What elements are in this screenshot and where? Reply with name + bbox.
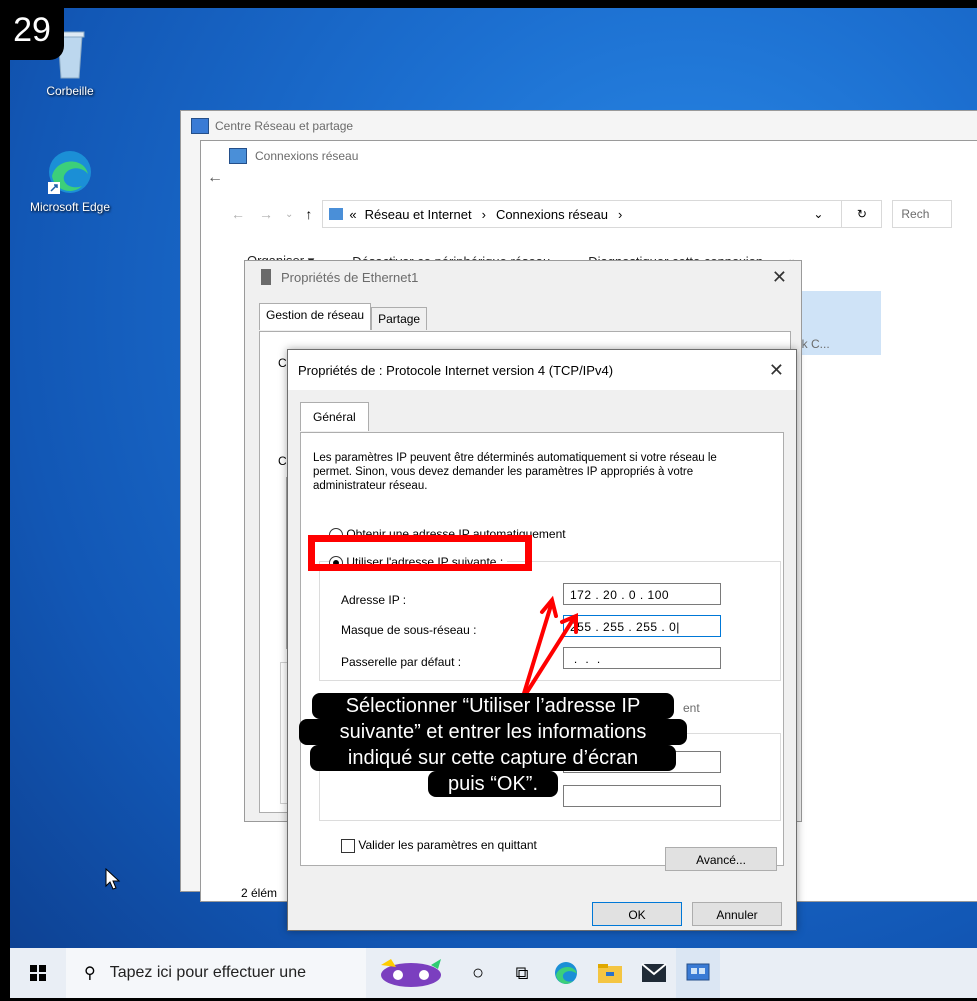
callout-line: indiqué sur cette capture d’écran xyxy=(310,745,676,771)
refresh-icon: ↻ xyxy=(856,207,867,221)
windows-icon xyxy=(30,965,46,981)
up-arrow-icon[interactable]: ↑ xyxy=(305,206,312,222)
description-text: Les paramètres IP peuvent être déterminé… xyxy=(313,452,717,492)
close-icon[interactable]: ✕ xyxy=(769,360,784,381)
search-icon: ⚲ xyxy=(84,965,96,982)
edge-taskbar-icon[interactable] xyxy=(544,948,588,998)
ethernet-titlebar: Propriétés de Ethernet1 ✕ xyxy=(245,261,801,293)
cancel-button[interactable]: Annuler xyxy=(692,902,782,926)
desktop-icon-label: Corbeille xyxy=(46,84,94,98)
ipv4-title: Propriétés de : Protocole Internet versi… xyxy=(298,362,614,378)
breadcrumb-prefix: « xyxy=(349,206,357,222)
search-placeholder: Rech xyxy=(901,207,930,221)
file-explorer-icon[interactable] xyxy=(588,948,632,998)
close-icon[interactable]: ✕ xyxy=(772,267,787,288)
connections-icon xyxy=(229,148,247,164)
mouse-cursor-icon xyxy=(105,868,121,890)
chevron-right-icon: › xyxy=(481,206,486,222)
instruction-callout: Sélectionner “Utiliser l’adresse IP suiv… xyxy=(298,693,688,833)
checkbox[interactable] xyxy=(341,838,355,853)
ipv4-titlebar: Propriétés de : Protocole Internet versi… xyxy=(288,350,796,390)
tab-general[interactable]: Général xyxy=(300,402,369,431)
nav-bar: ← → ⌄ ↑ « Réseau et Internet › Connexion… xyxy=(231,197,977,231)
callout-line: puis “OK”. xyxy=(428,771,558,797)
back-arrow-icon[interactable]: ← xyxy=(207,169,223,187)
step-number-badge: 29 xyxy=(0,0,64,60)
ip-address-label: Adresse IP : xyxy=(341,593,407,607)
cortana-mask-icon[interactable] xyxy=(366,948,456,998)
start-button[interactable] xyxy=(10,948,66,998)
refresh-button[interactable]: ↻ xyxy=(842,200,883,228)
ok-button[interactable]: OK xyxy=(592,902,682,926)
desktop-icon-label: Microsoft Edge xyxy=(29,200,111,214)
status-bar-text: 2 élém xyxy=(241,886,278,900)
chevron-right-icon: › xyxy=(617,206,623,222)
subnet-mask-label: Masque de sous-réseau : xyxy=(341,623,477,637)
cortana-circle-icon[interactable]: ○ xyxy=(456,948,500,998)
mail-icon[interactable] xyxy=(632,948,676,998)
advanced-button[interactable]: Avancé... xyxy=(665,847,777,871)
breadcrumb-item-connections[interactable]: Connexions réseau xyxy=(496,207,608,222)
network-center-titlebar: Centre Réseau et partage xyxy=(181,111,977,141)
back-nav-icon[interactable]: ← xyxy=(231,206,245,222)
arrow-to-mask xyxy=(520,616,576,702)
connections-title: Connexions réseau xyxy=(255,149,359,163)
tab-sharing[interactable]: Partage xyxy=(371,307,428,330)
forward-nav-icon[interactable]: → xyxy=(259,206,273,222)
connections-titlebar: Connexions réseau xyxy=(201,141,977,171)
taskbar-search-box[interactable]: ⚲ Tapez ici pour effectuer une xyxy=(66,948,366,998)
arrow-to-ip xyxy=(520,600,554,702)
annotation-arrows xyxy=(520,595,578,702)
ethernet-tabs: Gestion de réseau Partage xyxy=(259,303,428,330)
recent-dropdown-icon[interactable]: ⌄ xyxy=(285,209,293,220)
network-center-title: Centre Réseau et partage xyxy=(215,119,354,133)
network-connections-taskbar-icon[interactable] xyxy=(676,948,720,998)
ethernet-title: Propriétés de Ethernet1 xyxy=(281,269,419,285)
taskbar: ⚲ Tapez ici pour effectuer une ○ ⧉ xyxy=(10,948,977,998)
default-gateway-label: Passerelle par défaut : xyxy=(341,655,462,669)
network-icon xyxy=(191,118,209,134)
callout-line: suivante” et entrer les informations xyxy=(299,719,687,745)
desktop: Corbeille Microsoft Edge Centre Réseau e… xyxy=(10,8,977,998)
address-bar[interactable]: « Réseau et Internet › Connexions réseau… xyxy=(322,200,843,228)
folder-network-icon xyxy=(329,208,344,220)
validate-checkbox[interactable]: Valider les paramètres en quittant xyxy=(341,838,537,853)
edge-icon xyxy=(46,148,94,196)
taskbar-search-placeholder: Tapez ici pour effectuer une xyxy=(109,964,306,981)
highlight-box xyxy=(308,535,532,571)
tab-networking[interactable]: Gestion de réseau xyxy=(259,303,372,330)
chevron-down-icon[interactable]: ⌄ xyxy=(813,207,823,221)
desktop-icon-edge[interactable]: Microsoft Edge xyxy=(25,148,115,214)
breadcrumb-item-network-internet[interactable]: Réseau et Internet xyxy=(365,207,472,222)
task-view-icon[interactable]: ⧉ xyxy=(500,948,544,998)
search-box[interactable]: Rech xyxy=(892,200,953,228)
validate-label: Valider les paramètres en quittant xyxy=(358,838,537,852)
ethernet-icon xyxy=(261,269,271,285)
callout-line: Sélectionner “Utiliser l’adresse IP xyxy=(312,693,674,719)
